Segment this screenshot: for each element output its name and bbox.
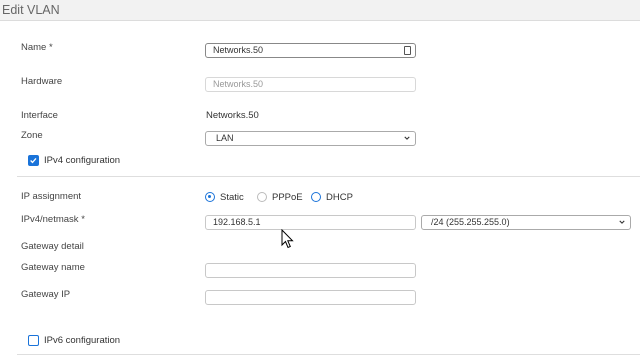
mouse-cursor-icon xyxy=(281,229,294,249)
hardware-input: Networks.50 xyxy=(205,77,416,92)
ipv4-config-checkbox[interactable] xyxy=(28,155,39,166)
page-header: Edit VLAN xyxy=(0,0,640,21)
chevron-down-icon xyxy=(619,220,625,224)
interface-label: Interface xyxy=(21,110,58,121)
netmask-select[interactable]: /24 (255.255.255.0) xyxy=(421,215,631,230)
ipv4-address-value: 192.168.5.1 xyxy=(213,217,261,227)
ipv4-address-input[interactable]: 192.168.5.1 xyxy=(205,215,416,230)
page-title: Edit VLAN xyxy=(2,3,60,17)
chevron-down-icon xyxy=(404,136,410,140)
radio-dhcp-label: DHCP xyxy=(326,192,353,203)
radio-pppoe[interactable] xyxy=(257,192,267,202)
hardware-placeholder: Networks.50 xyxy=(213,79,264,89)
radio-dhcp[interactable] xyxy=(311,192,321,202)
ipv4-netmask-label: IPv4/netmask * xyxy=(21,214,85,225)
netmask-value: /24 (255.255.255.0) xyxy=(431,217,510,227)
section-divider xyxy=(17,354,640,355)
gateway-detail-label: Gateway detail xyxy=(21,241,84,252)
name-input[interactable]: Networks.50 xyxy=(205,43,416,58)
checkmark-icon xyxy=(30,158,37,164)
gateway-name-label: Gateway name xyxy=(21,262,85,273)
ipv4-config-label: IPv4 configuration xyxy=(44,155,121,166)
hardware-label: Hardware xyxy=(21,76,63,87)
radio-static[interactable] xyxy=(205,192,215,202)
interface-value: Networks.50 xyxy=(206,110,259,121)
gateway-ip-input[interactable] xyxy=(205,290,416,305)
name-label: Name * xyxy=(21,42,53,53)
ipv6-config-label: IPv6 configuration xyxy=(44,335,121,346)
zone-value: LAN xyxy=(216,133,234,143)
name-value: Networks.50 xyxy=(213,45,264,55)
ip-assignment-label: IP assignment xyxy=(21,191,82,202)
ipv6-config-checkbox[interactable] xyxy=(28,335,39,346)
section-divider xyxy=(17,176,640,177)
gateway-name-input[interactable] xyxy=(205,263,416,278)
id-card-icon xyxy=(404,46,411,55)
radio-pppoe-label: PPPoE xyxy=(272,192,303,203)
zone-label: Zone xyxy=(21,130,43,141)
gateway-ip-label: Gateway IP xyxy=(21,289,71,300)
zone-select[interactable]: LAN xyxy=(205,131,416,146)
radio-static-label: Static xyxy=(220,192,244,203)
